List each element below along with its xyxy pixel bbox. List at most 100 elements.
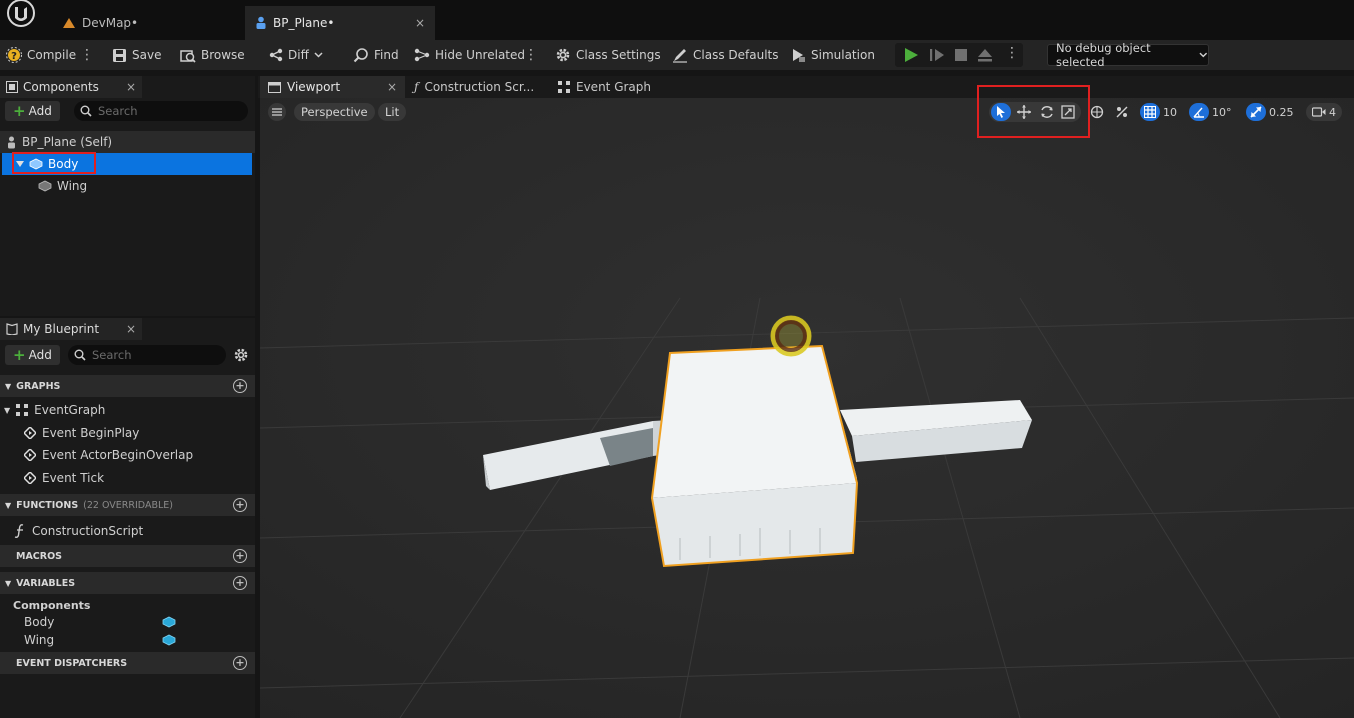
event-diamond-icon [24,472,36,484]
my-blueprint-title: My Blueprint [23,322,100,336]
surface-snap-icon[interactable] [1115,105,1129,119]
tab-bp-plane[interactable]: BP_Plane• × [245,6,435,40]
search-icon [80,105,92,117]
blueprint-search-input[interactable]: Search [68,345,226,365]
tab-event-graph[interactable]: Event Graph [550,76,659,98]
compile-icon: ? [6,47,22,63]
scale-snap-toggle[interactable]: 0.25 [1246,102,1294,122]
components-search-input[interactable]: Search [74,101,248,121]
hide-unrelated-icon [414,48,430,62]
level-icon [63,18,75,28]
add-function-icon[interactable]: + [233,498,247,512]
section-variables-label: VARIABLES [16,577,76,589]
compile-options-icon[interactable]: ⋮ [80,40,94,70]
tab-viewport[interactable]: Viewport × [260,76,405,98]
lit-dropdown[interactable]: Lit [378,103,407,121]
find-icon [353,48,368,63]
class-defaults-button[interactable]: Class Defaults [672,40,778,70]
camera-speed-value: 4 [1329,105,1336,119]
diff-button[interactable]: Diff [269,40,323,70]
scale-snap-icon [1246,103,1266,121]
plus-icon: + [13,346,26,364]
function-construction-script[interactable]: ConstructionScript [14,521,143,541]
actor-icon [8,136,15,148]
component-variable-icon [162,616,176,628]
simulation-label: Simulation [811,48,875,62]
component-wing[interactable]: Wing [38,175,87,197]
debug-object-select[interactable]: No debug object selected [1047,41,1209,69]
my-blueprint-panel-tab[interactable]: My Blueprint × [0,318,142,340]
unreal-logo-icon[interactable] [2,0,40,30]
diff-label: Diff [288,48,309,62]
add-component-button[interactable]: + Add [5,101,60,121]
component-wing-label: Wing [57,179,88,193]
class-settings-button[interactable]: Class Settings [555,40,661,70]
eject-icon[interactable] [977,48,993,62]
variable-wing[interactable]: Wing [24,630,176,650]
blueprint-book-icon [6,323,18,335]
tab-construction-script[interactable]: ƒ Construction Scr... [406,76,542,98]
function-icon: ƒ [414,80,419,94]
perspective-dropdown[interactable]: Perspective [294,103,375,121]
section-macros[interactable]: MACROS + [0,545,255,567]
add-variable-icon[interactable]: + [233,576,247,590]
hide-unrelated-button[interactable]: Hide Unrelated [414,40,525,70]
close-panel-icon[interactable]: × [126,80,136,94]
world-local-icon[interactable] [1090,105,1104,119]
components-panel-tab[interactable]: Components × [0,76,142,98]
close-tab-icon[interactable]: × [415,16,425,30]
add-blueprint-item-label: Add [28,348,52,362]
section-functions[interactable]: ▼ FUNCTIONS (22 OVERRIDABLE) + [0,494,255,516]
grid-snap-toggle[interactable]: 10 [1140,102,1177,122]
event-graph-icon [16,404,29,416]
body-mesh[interactable] [650,344,859,568]
viewport-menu-icon[interactable] [268,103,286,121]
close-tab-icon[interactable]: × [387,80,397,94]
section-variables[interactable]: ▼ VARIABLES + [0,572,255,594]
components-search-placeholder: Search [98,104,138,118]
browse-button[interactable]: Browse [180,40,245,70]
rotation-snap-toggle[interactable]: 10° [1189,102,1232,122]
section-graphs[interactable]: ▼ GRAPHS + [0,375,255,397]
pivot-gizmo[interactable] [770,315,812,357]
find-button[interactable]: Find [353,40,399,70]
tab-devmap[interactable]: DevMap• [52,6,242,40]
component-root-bp-plane[interactable]: BP_Plane (Self) [0,131,255,153]
simulation-button[interactable]: Simulation [790,40,875,70]
title-bar: DevMap• BP_Plane• × [0,0,1354,40]
close-panel-icon[interactable]: × [126,322,136,336]
camera-speed-button[interactable]: 4 [1306,103,1342,121]
event-diamond-icon [24,449,36,461]
add-event-dispatcher-icon[interactable]: + [233,656,247,670]
components-icon [6,81,18,93]
viewport-3d[interactable] [260,98,1354,718]
settings-gear-icon[interactable] [233,347,249,363]
diff-icon [269,48,283,62]
section-event-dispatchers-label: EVENT DISPATCHERS [16,657,128,669]
compile-button[interactable]: ? Compile [6,40,76,70]
grid-snap-icon [1140,103,1160,121]
component-root-label: BP_Plane (Self) [22,135,113,149]
stop-icon[interactable] [955,49,967,61]
blueprint-search-placeholder: Search [92,348,132,362]
browse-icon [180,49,196,63]
variable-body[interactable]: Body [24,612,176,632]
play-options-icon[interactable]: ⋮ [1005,45,1019,61]
event-item-label: Event Tick [42,471,105,485]
event-item[interactable]: Event BeginPlay [24,423,139,443]
event-item[interactable]: Event ActorBeginOverlap [24,445,193,465]
play-controls: ⋮ [895,43,1023,67]
play-icon[interactable] [903,47,919,63]
graph-eventgraph[interactable]: ▼ EventGraph [4,400,105,420]
component-variable-icon [162,634,176,646]
event-item[interactable]: Event Tick [24,468,104,488]
save-button[interactable]: Save [112,40,161,70]
add-macro-icon[interactable]: + [233,549,247,563]
rotation-snap-icon [1189,103,1209,121]
section-event-dispatchers[interactable]: EVENT DISPATCHERS + [0,652,255,674]
step-icon[interactable] [929,48,945,62]
tab-viewport-label: Viewport [287,80,341,94]
hide-unrelated-options-icon[interactable]: ⋮ [524,40,538,70]
add-graph-icon[interactable]: + [233,379,247,393]
add-blueprint-item-button[interactable]: + Add [5,345,60,365]
